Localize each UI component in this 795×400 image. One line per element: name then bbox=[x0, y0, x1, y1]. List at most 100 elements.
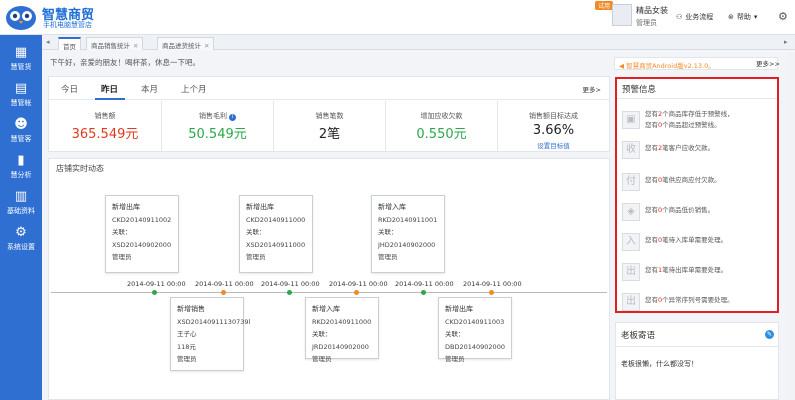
edit-icon[interactable]: ✎ bbox=[765, 330, 774, 339]
stat-label: 销售额 bbox=[49, 111, 161, 121]
period-tab-last-month[interactable]: 上个月 bbox=[181, 83, 207, 95]
tab-home[interactable]: 首页 bbox=[58, 37, 81, 51]
alert-text-suffix: 笔待入库单需要处理。 bbox=[662, 236, 728, 244]
stat-label-text: 销售额目标达成 bbox=[529, 112, 578, 120]
period-tab-this-month[interactable]: 本月 bbox=[141, 83, 158, 95]
tab-label: 商品销售统计 bbox=[91, 42, 130, 50]
sidebar-item-settings[interactable]: ⚙ 系统设置 bbox=[0, 221, 42, 257]
card-relation: 关联：XSD20140911000 bbox=[246, 228, 306, 249]
sidebar-item-accounts[interactable]: ▤ 慧管帐 bbox=[0, 77, 42, 113]
activity-card[interactable]: 新增入库 RKD20140911001 关联：JHD20140902000 管理员 bbox=[371, 195, 445, 273]
timeline-axis bbox=[51, 292, 607, 293]
timeline-date: 2014-09-11 00:00 bbox=[395, 280, 454, 288]
avatar[interactable] bbox=[612, 4, 632, 26]
alert-line: 您有2个商品库存低于预警线， bbox=[645, 109, 734, 120]
store-name[interactable]: 精品女装 bbox=[636, 5, 668, 16]
receive-icon: 收 bbox=[622, 141, 640, 159]
activity-card[interactable]: 新增出库 CKD20140911002 关联：XSD20140902000 管理员 bbox=[105, 195, 179, 273]
sidebar-item-label: 慧管帐 bbox=[10, 99, 32, 107]
stat-label: 销售额目标达成 bbox=[498, 111, 609, 121]
workflow-link[interactable]: ⚇ 业务流程 bbox=[676, 12, 713, 22]
alert-text-prefix: 您有 bbox=[645, 144, 658, 152]
stat-cell: 增加应收欠款 0.550元 bbox=[385, 101, 497, 151]
activity-card[interactable]: 新增销售 XSD20140911130739l 王子心 118元 管理员 bbox=[170, 297, 250, 371]
timeline-date: 2014-09-11 00:00 bbox=[127, 280, 186, 288]
help-link[interactable]: ⊛ 帮助 ▾ bbox=[728, 12, 757, 22]
card-title: 新增销售 bbox=[177, 305, 205, 313]
activity-card[interactable]: 新增出库 CKD20140911000 关联：XSD20140911000 管理员 bbox=[239, 195, 313, 273]
alert-text: 您有0个异常序列号需要处理。 bbox=[645, 295, 734, 306]
card-role: 管理员 bbox=[445, 355, 465, 363]
warning-panel: 预警信息 ▣ 您有2个商品库存低于预警线， 您有0个商品超过预警线。收您有2笔客户应… bbox=[615, 77, 779, 313]
tab-purchase-stats[interactable]: 商品进货统计 ✕ bbox=[157, 37, 215, 50]
trial-badge: 试用 bbox=[595, 1, 614, 10]
users-icon: ☻ bbox=[14, 117, 28, 132]
activity-card[interactable]: 新增入库 RKD20140911000 关联：JRD20140902000 管理员 bbox=[305, 297, 379, 363]
alert-item[interactable]: 出您有0个异常序列号需要处理。 bbox=[621, 291, 777, 315]
alert-text-prefix: 您有 bbox=[645, 236, 658, 244]
card-relation: 关联：JRD20140902000 bbox=[312, 330, 369, 351]
card-customer: 王子心 bbox=[177, 330, 197, 338]
alert-item[interactable]: ◈ 您有0个商品低价销售。 bbox=[621, 201, 777, 225]
sidebar-item-analysis[interactable]: ▮ 慧分析 bbox=[0, 149, 42, 185]
stock-in-icon: 入 bbox=[622, 233, 640, 251]
activity-card[interactable]: 新增出库 CKD20140911003 关联：DBD20140902000 管理员 bbox=[438, 297, 512, 363]
period-tab-yesterday[interactable]: 昨日 bbox=[101, 83, 118, 95]
set-target-link[interactable]: 设置目标值 bbox=[498, 140, 609, 150]
tab-sales-stats[interactable]: 商品销售统计 ✕ bbox=[86, 37, 144, 50]
brand-subtitle: 手机电脑慧管店 bbox=[43, 21, 92, 29]
alert-item[interactable]: ▣ 您有2个商品库存低于预警线， 您有0个商品超过预警线。 bbox=[621, 109, 777, 133]
scrollbar[interactable] bbox=[787, 52, 795, 400]
sidebar-item-customers[interactable]: ☻ 慧管客 bbox=[0, 113, 42, 149]
card-role: 管理员 bbox=[378, 253, 398, 261]
divider bbox=[616, 346, 778, 347]
owl-logo-icon[interactable] bbox=[4, 3, 38, 31]
store-activity-panel: 店铺实时动态 新增出库 CKD20140911002 关联：XSD201409020… bbox=[48, 158, 610, 400]
alert-text-prefix: 您有 bbox=[645, 121, 658, 129]
sidebar-item-goods[interactable]: ▦ 慧管货 bbox=[0, 41, 42, 77]
user-role: 管理员 bbox=[636, 19, 657, 27]
stock-out-icon: 出 bbox=[622, 293, 640, 311]
chart-icon: ▮ bbox=[17, 153, 25, 168]
info-icon[interactable]: i bbox=[229, 114, 236, 121]
card-title: 新增出库 bbox=[246, 203, 274, 211]
tab-scroll-right-icon[interactable]: ▸ bbox=[784, 38, 788, 46]
panel-title: 预警信息 bbox=[622, 85, 657, 95]
stat-label-text: 销售毛利 bbox=[199, 112, 227, 120]
timeline-dot bbox=[489, 290, 494, 295]
alert-text-suffix: 笔待出库单需要处理。 bbox=[662, 266, 728, 274]
sidebar: ▦ 慧管货 ▤ 慧管帐 ☻ 慧管客 ▮ 慧分析 ▥ 基础资料 ⚙ 系统设置 bbox=[0, 35, 42, 400]
period-tab-today[interactable]: 今日 bbox=[61, 83, 78, 95]
stat-value: 3.66% bbox=[532, 123, 575, 138]
alert-line: 您有0个商品低价销售。 bbox=[645, 205, 714, 216]
close-icon[interactable]: ✕ bbox=[204, 42, 209, 50]
alert-text-prefix: 您有 bbox=[645, 110, 658, 118]
stats-more-link[interactable]: 更多> bbox=[583, 84, 601, 94]
stat-value: 50.549元 bbox=[188, 127, 247, 142]
alert-item[interactable]: 收您有2笔客户应收欠款。 bbox=[621, 139, 777, 163]
tab-bar: ◂ 首页 商品销售统计 ✕ 商品进货统计 ✕ ▸ bbox=[42, 35, 795, 51]
stat-cell: 销售额 365.549元 bbox=[49, 101, 161, 151]
sidebar-item-label: 慧管客 bbox=[10, 135, 32, 143]
announcement-bar[interactable]: ◀ 智慧商贸Android版v2.13.0。 bbox=[614, 57, 778, 70]
stat-label: 销售毛利 i bbox=[162, 111, 273, 121]
settings-gear-icon[interactable]: ⚙ bbox=[778, 10, 788, 23]
timeline-date: 2014-09-11 00:00 bbox=[329, 280, 388, 288]
sidebar-item-basic-data[interactable]: ▥ 基础资料 bbox=[0, 185, 42, 221]
close-icon[interactable]: ✕ bbox=[133, 42, 138, 50]
stat-label-text: 销售笔数 bbox=[315, 112, 344, 120]
alert-item[interactable]: 入您有0笔待入库单需要处理。 bbox=[621, 231, 777, 255]
stat-label: 销售笔数 bbox=[274, 111, 385, 121]
card-code: RKD20140911001 bbox=[378, 215, 438, 224]
alert-text-suffix: 个商品超过预警线。 bbox=[662, 121, 721, 129]
tab-scroll-left-icon[interactable]: ◂ bbox=[46, 38, 50, 46]
card-title: 新增出库 bbox=[112, 203, 140, 211]
alert-item[interactable]: 付您有0笔供应商应付欠款。 bbox=[621, 171, 777, 195]
announcement-more-link[interactable]: 更多>> bbox=[756, 58, 780, 68]
alert-line: 您有0个商品超过预警线。 bbox=[645, 120, 734, 131]
alert-item[interactable]: 出您有1笔待出库单需要处理。 bbox=[621, 261, 777, 285]
card-title: 新增出库 bbox=[445, 305, 473, 313]
sales-stats-panel: 今日 昨日 本月 上个月 更多> 销售额 365.549元 销售毛利 i 50.549元… bbox=[48, 76, 610, 152]
panel-title: 店铺实时动态 bbox=[56, 164, 104, 173]
help-label: 帮助 bbox=[736, 13, 751, 21]
